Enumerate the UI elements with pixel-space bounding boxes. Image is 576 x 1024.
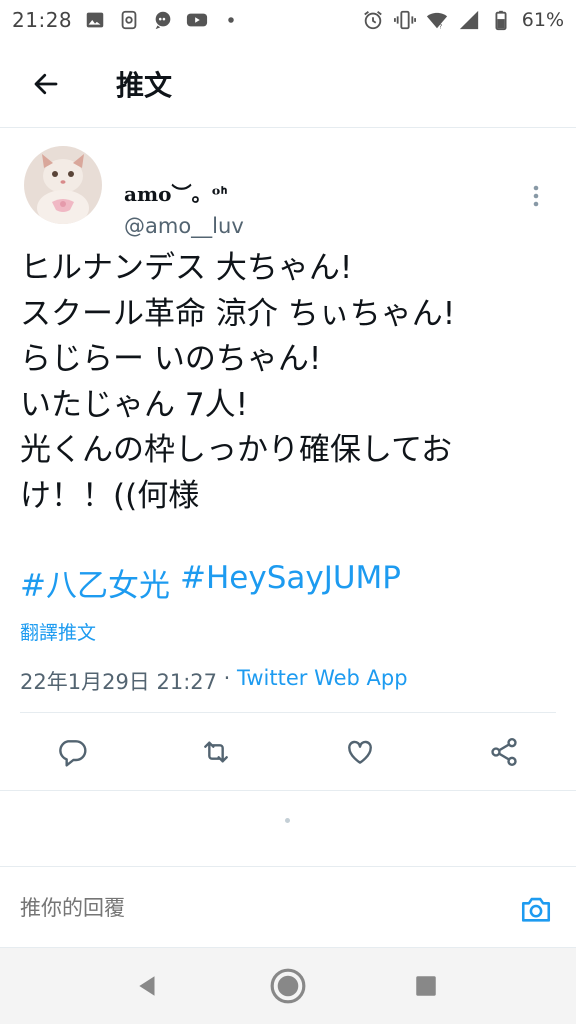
nav-back-button[interactable] [128, 966, 168, 1006]
back-button[interactable] [16, 54, 76, 114]
status-bar: 21:28 ? 61% [0, 0, 576, 40]
retweet-button[interactable] [192, 728, 240, 776]
chat-bubble-icon [152, 9, 174, 31]
avatar[interactable] [24, 146, 102, 224]
arrow-left-icon [31, 69, 61, 99]
more-vertical-icon [532, 184, 540, 208]
tweet-meta: 22年1月29日 21:27 · Twitter Web App [20, 666, 408, 696]
hashtags: #八乙女光 #HeySayJUMP [20, 560, 401, 605]
image-icon [84, 9, 106, 31]
sim-icon [118, 9, 140, 31]
nav-home-button[interactable] [268, 966, 308, 1006]
system-navigation-bar [0, 948, 576, 1024]
battery-percent: 61% [521, 9, 564, 31]
reply-button[interactable] [48, 728, 96, 776]
reply-icon [56, 736, 88, 768]
camera-icon [519, 892, 553, 926]
recents-square-icon [413, 973, 439, 999]
loading-indicator [285, 818, 290, 823]
heart-icon [344, 736, 376, 768]
alarm-icon [362, 9, 384, 31]
display-name[interactable]: amo︶。ᵒᑋ [124, 178, 227, 207]
vibrate-icon [393, 9, 416, 31]
youtube-icon [186, 9, 208, 31]
top-app-bar: 推文 [0, 40, 576, 128]
username-handle[interactable]: @amo__luv [124, 214, 244, 238]
tweet-source[interactable]: Twitter Web App [237, 666, 408, 696]
reply-input[interactable] [20, 891, 480, 925]
share-icon [488, 736, 520, 768]
tweet-author: amo︶。ᵒᑋ @amo__luv [0, 146, 576, 238]
translate-tweet-link[interactable]: 翻譯推文 [20, 618, 96, 645]
hashtag-link[interactable]: #八乙女光 [20, 560, 170, 605]
page-title: 推文 [116, 68, 173, 102]
back-triangle-icon [135, 973, 161, 999]
nav-recents-button[interactable] [406, 966, 446, 1006]
hashtag-link[interactable]: #HeySayJUMP [180, 560, 401, 605]
more-options-button[interactable] [516, 176, 556, 216]
camera-button[interactable] [516, 889, 556, 929]
tweet-timestamp[interactable]: 22年1月29日 21:27 [20, 666, 217, 696]
divider [0, 790, 576, 791]
dot-icon [220, 9, 242, 31]
wifi-icon: ? [426, 9, 448, 31]
meta-separator: · [217, 666, 238, 690]
reply-composer [0, 866, 576, 948]
status-time: 21:28 [12, 8, 73, 32]
tweet-actions [0, 728, 576, 776]
like-button[interactable] [336, 728, 384, 776]
battery-icon [490, 9, 512, 31]
share-button[interactable] [480, 728, 528, 776]
signal-icon [458, 9, 480, 31]
divider [20, 712, 556, 713]
tweet-text: ヒルナンデス 大ちゃん! スクール革命 涼介 ちぃちゃん! らじらー いのちゃん… [20, 250, 456, 514]
retweet-icon [200, 736, 232, 768]
home-circle-icon [269, 967, 307, 1005]
svg-text:?: ? [439, 22, 442, 30]
